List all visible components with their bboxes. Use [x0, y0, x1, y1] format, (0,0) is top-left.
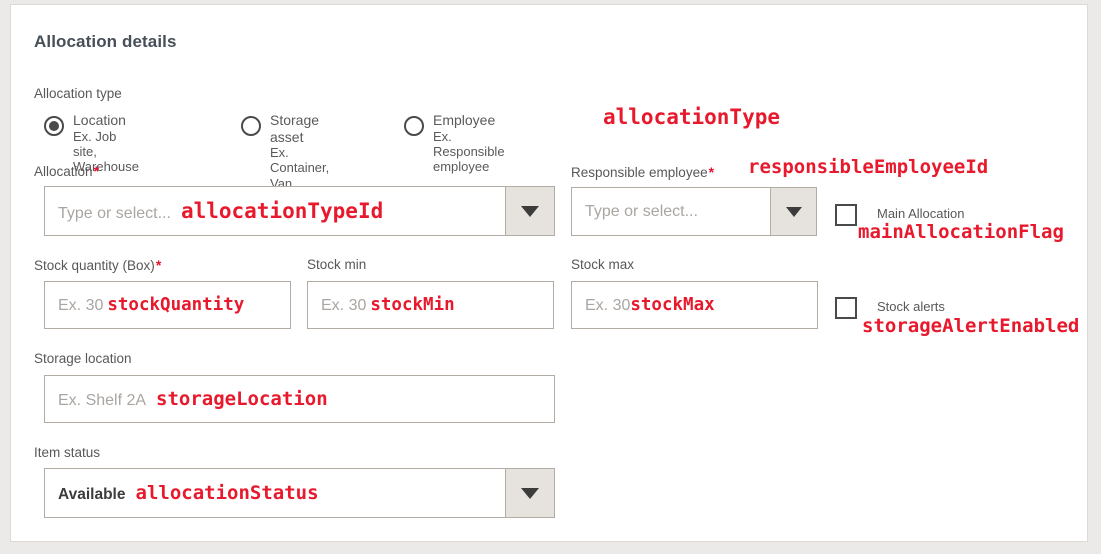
annotation-stock-quantity: stockQuantity [107, 295, 245, 315]
main-allocation-label: Main Allocation [877, 206, 965, 221]
storage-location-input-text: Ex. Shelf 2A storageLocation [45, 388, 328, 410]
radio-storage-asset-texts: Storage asset Ex. Container, Van [270, 112, 329, 191]
stock-alerts-checkbox[interactable] [835, 297, 857, 319]
annotation-allocation-status: allocationStatus [135, 482, 319, 504]
radio-storage-asset-title: Storage asset [270, 112, 320, 145]
responsible-employee-select[interactable]: Type or select... [571, 187, 817, 236]
radio-option-employee[interactable]: Employee Ex. Responsible employee [404, 112, 505, 175]
annotation-allocation-type-id: allocationTypeId [180, 199, 384, 223]
chevron-down-icon [521, 205, 539, 217]
stock-quantity-required-marker: * [155, 257, 162, 273]
page-title: Allocation details [34, 32, 177, 51]
item-status-select[interactable]: Available allocationStatus [44, 468, 555, 518]
storage-location-field-label: Storage location [34, 351, 132, 366]
stock-max-input[interactable]: Ex. 30 stockMax [571, 281, 818, 329]
allocation-field-label: Allocation* [34, 163, 99, 179]
stock-quantity-label-text: Stock quantity (Box) [34, 258, 155, 273]
radio-employee-texts: Employee Ex. Responsible employee [433, 112, 505, 175]
responsible-employee-dropdown-button[interactable] [770, 188, 816, 235]
radio-storage-asset-subtitle: Ex. Container, Van [270, 145, 330, 191]
stock-quantity-input[interactable]: Ex. 30 stockQuantity [44, 281, 291, 329]
annotation-storage-alert-enabled: storageAlertEnabled [862, 315, 1080, 337]
allocation-type-label: Allocation type [34, 86, 122, 101]
stock-min-input[interactable]: Ex. 30 stockMin [307, 281, 554, 329]
annotation-responsible-employee-id: responsibleEmployeeId [748, 156, 989, 178]
annotation-main-allocation-flag: mainAllocationFlag [858, 221, 1064, 243]
responsible-employee-required-marker: * [708, 164, 715, 180]
radio-location-title: Location [73, 112, 126, 128]
chevron-down-icon [785, 206, 802, 217]
annotation-stock-min: stockMin [370, 295, 455, 315]
radio-location-icon[interactable] [44, 116, 64, 136]
responsible-employee-placeholder: Type or select... [585, 202, 698, 220]
allocation-placeholder: Type or select... [58, 205, 171, 222]
allocation-label-text: Allocation [34, 164, 93, 179]
storage-location-placeholder: Ex. Shelf 2A [58, 392, 147, 409]
radio-employee-icon[interactable] [404, 116, 424, 136]
item-status-value: Available [58, 486, 126, 503]
radio-employee-title: Employee [433, 112, 496, 128]
item-status-dropdown-button[interactable] [505, 469, 554, 517]
main-allocation-checkbox[interactable] [835, 204, 857, 226]
annotation-allocation-type: allocationType [603, 105, 781, 129]
item-status-field-label: Item status [34, 445, 101, 460]
radio-employee-subtitle: Ex. Responsible employee [433, 128, 505, 175]
radio-option-storage-asset[interactable]: Storage asset Ex. Container, Van [241, 112, 329, 191]
stock-quantity-placeholder: Ex. 30 [58, 297, 104, 314]
stock-alerts-label: Stock alerts [877, 299, 945, 314]
storage-location-input[interactable]: Ex. Shelf 2A storageLocation [44, 375, 555, 423]
stock-min-field-label: Stock min [307, 257, 367, 272]
item-status-select-text: Available allocationStatus [45, 482, 319, 504]
stock-max-field-label: Stock max [571, 257, 635, 272]
responsible-employee-field-label: Responsible employee* [571, 164, 714, 180]
allocation-dropdown-button[interactable] [505, 187, 554, 235]
stock-min-placeholder: Ex. 30 [321, 297, 367, 314]
annotation-stock-max: stockMax [630, 295, 715, 315]
stock-max-input-text: Ex. 30 stockMax [572, 295, 715, 315]
responsible-employee-label-text: Responsible employee [571, 165, 708, 180]
annotation-storage-location: storageLocation [156, 388, 328, 410]
stock-quantity-field-label: Stock quantity (Box)* [34, 257, 161, 273]
allocation-required-marker: * [93, 163, 99, 179]
allocation-select[interactable]: Type or select... allocationTypeId [44, 186, 555, 236]
chevron-down-icon [521, 487, 539, 499]
responsible-employee-select-text: Type or select... [572, 203, 698, 221]
allocation-select-text: Type or select... allocationTypeId [45, 199, 383, 223]
allocation-details-card: Allocation details Allocation type alloc… [10, 4, 1088, 542]
radio-storage-asset-icon[interactable] [241, 116, 261, 136]
stock-max-placeholder: Ex. 30 [585, 297, 631, 314]
stock-quantity-input-text: Ex. 30 stockQuantity [45, 295, 244, 315]
stock-min-input-text: Ex. 30 stockMin [308, 295, 455, 315]
